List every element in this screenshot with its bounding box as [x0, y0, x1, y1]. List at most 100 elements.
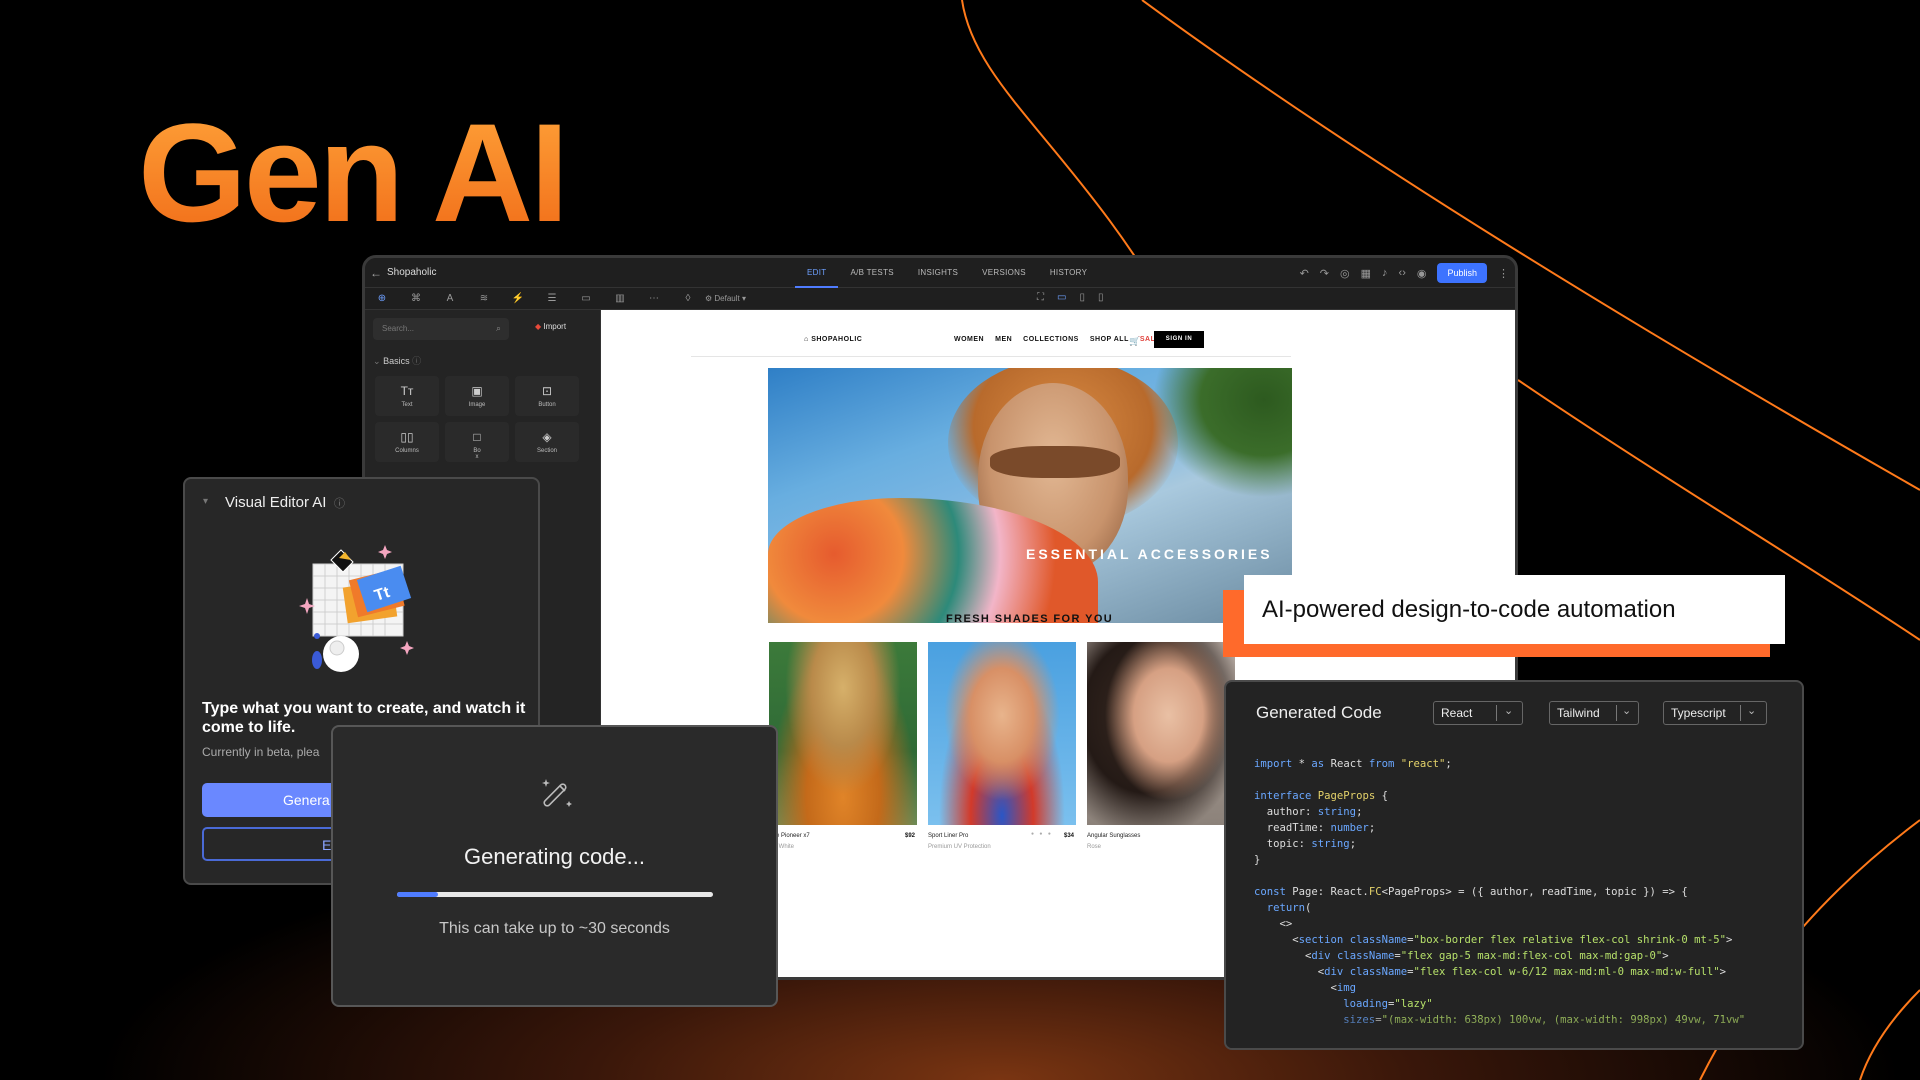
product-image	[769, 642, 917, 825]
publish-button[interactable]: Publish	[1437, 263, 1487, 283]
nav-men[interactable]: MEN	[995, 336, 1012, 343]
section-title: FRESH SHADES FOR YOU	[946, 613, 1114, 625]
data-icon[interactable]: ☰	[535, 293, 569, 304]
language-value: Typescript	[1671, 706, 1726, 720]
redo-icon[interactable]: ↷	[1320, 267, 1329, 280]
collapse-chevron-icon[interactable]: ▾	[203, 496, 208, 507]
comments-icon[interactable]: ▭	[569, 293, 603, 304]
generating-title: Generating code...	[463, 844, 645, 869]
panel-toggle-icon[interactable]: ▥	[603, 293, 637, 304]
editor-tabs: EDIT A/B TESTS INSIGHTS VERSIONS HISTORY	[795, 258, 1099, 288]
language-select[interactable]: Typescript ⌄	[1663, 701, 1767, 725]
cart-icon[interactable]: 🛒	[1129, 336, 1140, 347]
carousel-dots[interactable]: ● ● ●	[1031, 831, 1053, 837]
block-label: Bo x	[473, 448, 481, 460]
topbar-tools: ↶ ↷ ◎ ▦ ♪ ‹› ◉ Publish ⋮	[1300, 258, 1509, 288]
button-icon: ⊡	[541, 384, 553, 398]
framework-select[interactable]: React ⌄	[1433, 701, 1523, 725]
search-input[interactable]: Search... ⌕	[373, 318, 509, 340]
grid-icon[interactable]: ⋯	[637, 293, 671, 304]
block-section[interactable]: ◈ Section	[515, 422, 579, 462]
undo-icon[interactable]: ↶	[1300, 267, 1309, 280]
sign-in-button[interactable]: SIGN IN	[1154, 331, 1204, 348]
product-card[interactable]: Angular Sunglasses Rose	[1087, 642, 1235, 850]
blocks-grid: Tт Text ▣ Image ⊡ Button ▯▯ Columns □ Bo x ◈ S…	[375, 376, 585, 462]
drop-icon[interactable]: ◊	[671, 293, 705, 304]
chevron-down-icon: ⌄	[1504, 705, 1514, 717]
bell-icon[interactable]: ♪	[1382, 267, 1388, 279]
product-card[interactable]: Sport Liner Pro $34 Premium UV Protectio…	[928, 642, 1076, 850]
hero-title: ESSENTIAL ACCESSORIES	[1026, 546, 1273, 562]
ai-illustration-icon: Tt	[299, 545, 414, 672]
block-label: Image	[468, 402, 486, 408]
styles-icon[interactable]: A	[433, 293, 467, 304]
more-icon[interactable]: ⋮	[1498, 267, 1509, 280]
desktop-icon[interactable]: ▭	[1057, 292, 1066, 303]
code-icon[interactable]: ‹›	[1399, 267, 1406, 279]
site-logo-text: SHOPAHOLIC	[811, 336, 863, 343]
editor-topbar: ← Shopaholic EDIT A/B TESTS INSIGHTS VER…	[365, 258, 1515, 288]
nav-collections[interactable]: COLLECTIONS	[1023, 336, 1079, 343]
target-icon[interactable]: ◎	[1340, 267, 1350, 280]
breakpoint-select[interactable]: ⚙ Default ▾	[705, 294, 746, 303]
device-toggles: ⛶ ▭ ▯ ▯	[1037, 292, 1103, 303]
progress-bar	[397, 892, 713, 897]
product-name: Angular Sunglasses	[1087, 833, 1141, 839]
block-button[interactable]: ⊡ Button	[515, 376, 579, 416]
block-box[interactable]: □ Bo x	[445, 422, 509, 462]
styling-value: Tailwind	[1557, 706, 1600, 720]
text-icon: Tт	[400, 384, 414, 398]
editor-toolbar: ⊕ ⌘ A ≋ ⚡ ☰ ▭ ▥ ⋯ ◊ ⚙ Default ▾ ⛶ ▭ ▯ ▯	[365, 288, 1515, 310]
tab-versions[interactable]: VERSIONS	[970, 258, 1038, 288]
header-divider	[691, 356, 1291, 357]
beta-note: Currently in beta, plea	[202, 745, 320, 759]
generating-code-modal: Generating code... This can take up to ~…	[331, 725, 778, 1007]
help-icon[interactable]: ⓘ	[334, 495, 345, 511]
nav-shop-all[interactable]: SHOP ALL	[1090, 336, 1129, 343]
tablet-icon[interactable]: ▯	[1079, 292, 1085, 303]
components-icon[interactable]: ⌘	[399, 293, 433, 304]
block-image[interactable]: ▣ Image	[445, 376, 509, 416]
product-price: $34	[1063, 833, 1074, 839]
product-variant: Ice White	[769, 844, 795, 850]
generated-code-panel: Generated Code React ⌄ Tailwind ⌄ Typescri…	[1224, 680, 1804, 1050]
product-name: Sport Liner Pro	[928, 833, 969, 839]
tab-edit[interactable]: EDIT	[795, 258, 839, 288]
insert-icon[interactable]: ⊕	[365, 293, 399, 304]
magic-wand-icon	[542, 779, 572, 807]
product-image	[1087, 642, 1235, 825]
eye-icon[interactable]: ◉	[1417, 267, 1427, 280]
block-columns[interactable]: ▯▯ Columns	[375, 422, 439, 462]
product-image	[928, 642, 1076, 825]
product-name: The Pioneer x7	[769, 833, 810, 839]
nav-women[interactable]: WOMEN	[954, 336, 984, 343]
layers-icon[interactable]: ≋	[467, 293, 501, 304]
code-block: import * as React from "react"; interfac…	[1254, 758, 1745, 1026]
styling-select[interactable]: Tailwind ⌄	[1549, 701, 1639, 725]
product-card[interactable]: The Pioneer x7 $92 Ice White	[769, 642, 917, 850]
calendar-icon[interactable]: ▦	[1361, 267, 1371, 280]
block-label: Text	[401, 402, 413, 408]
actions-icon[interactable]: ⚡	[501, 293, 535, 304]
product-variant: Premium UV Protection	[928, 844, 991, 850]
tab-history[interactable]: HISTORY	[1038, 258, 1099, 288]
fit-icon[interactable]: ⛶	[1037, 292, 1044, 303]
headline: Gen AI	[138, 94, 569, 251]
basics-section[interactable]: ⌄ Basics ⓘ	[373, 354, 421, 367]
chevron-down-icon: ⌄	[1747, 705, 1757, 717]
canvas-stage: Gen AI ← Shopaholic EDIT A/B TESTS INSIG…	[0, 0, 1920, 1080]
tab-insights[interactable]: INSIGHTS	[906, 258, 970, 288]
tagline: AI-powered design-to-code automation	[1244, 575, 1785, 644]
block-text[interactable]: Tт Text	[375, 376, 439, 416]
mobile-icon[interactable]: ▯	[1098, 292, 1104, 303]
block-label: Button	[538, 402, 556, 408]
framework-value: React	[1441, 706, 1473, 720]
import-button[interactable]: ◆ Import	[535, 322, 566, 331]
image-icon: ▣	[471, 384, 483, 398]
code-panel-title: Generated Code	[1256, 703, 1382, 722]
site-logo[interactable]: ⌂ SHOPAHOLIC	[804, 336, 862, 343]
panel-title: Visual Editor AI	[225, 494, 327, 511]
tab-ab-tests[interactable]: A/B TESTS	[838, 258, 905, 288]
back-arrow-icon[interactable]: ←	[365, 266, 387, 280]
hero-image: ESSENTIAL ACCESSORIES	[768, 368, 1292, 623]
